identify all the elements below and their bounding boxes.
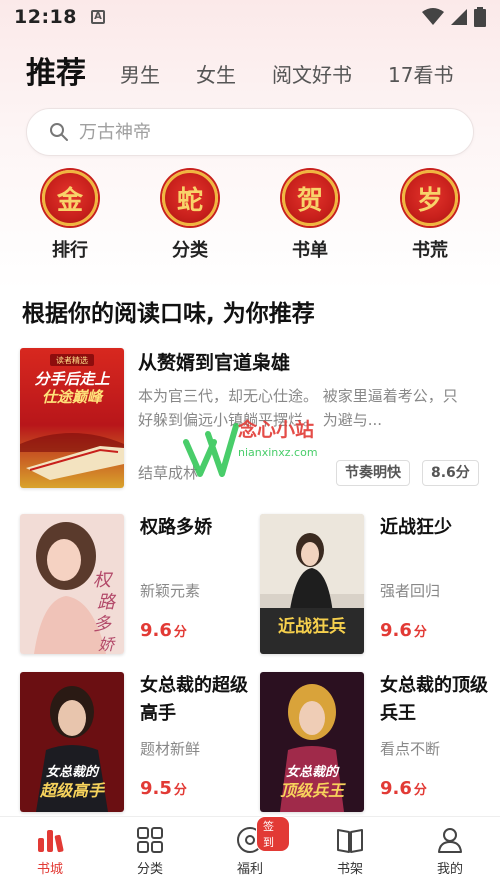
- quick-entries: 金 排行 蛇 分类 贺 书单 岁 书荒: [0, 170, 500, 270]
- svg-text:多: 多: [93, 614, 112, 635]
- checkin-badge[interactable]: 签到: [256, 816, 290, 852]
- svg-text:顶级兵王: 顶级兵王: [280, 781, 346, 800]
- notification-a-icon: A: [90, 10, 105, 24]
- book-cover[interactable]: 近战狂兵: [260, 514, 364, 654]
- nav-profile[interactable]: 我的: [410, 826, 490, 877]
- tab-male[interactable]: 男生: [120, 59, 160, 94]
- nav-label: 福利: [236, 862, 263, 877]
- book-tagline: 看点不断: [380, 740, 441, 758]
- book-title[interactable]: 权路多娇: [140, 514, 250, 542]
- category-medal-icon: 蛇: [162, 170, 218, 226]
- book-title[interactable]: 女总裁的顶级兵王: [380, 672, 490, 728]
- status-bar: 12:18 A: [0, 0, 500, 34]
- search-input[interactable]: [79, 121, 439, 143]
- book-card[interactable]: 女总裁的 超级高手 女总裁的超级高手 题材新鲜 9.5 分: [20, 672, 250, 812]
- quick-entry-label: 书荒: [412, 240, 448, 261]
- book-tag: 节奏明快: [336, 460, 410, 486]
- quick-entry-label: 书单: [292, 240, 328, 261]
- svg-text:权: 权: [93, 570, 114, 591]
- book-score: 9.5 分: [140, 778, 187, 799]
- tab-recommend[interactable]: 推荐: [26, 48, 86, 94]
- watermark-logo: 念心小站 nianxinxz.com: [178, 404, 328, 488]
- quick-entry-category[interactable]: 蛇 分类: [145, 170, 235, 270]
- bottom-nav: 书城 分类 签到 福利 书架 我的: [0, 816, 500, 886]
- nav-bookshelf[interactable]: 书架: [310, 826, 390, 877]
- nav-label: 书城: [36, 862, 63, 877]
- tab-17kanshu[interactable]: 17看书: [388, 59, 453, 94]
- book-card[interactable]: 权 路 多 娇 权路多娇 新颖元素 9.6 分: [20, 514, 250, 654]
- tab-yuewen[interactable]: 阅文好书: [272, 59, 352, 94]
- quick-entry-ranking[interactable]: 金 排行: [25, 170, 115, 270]
- nav-bookstore[interactable]: 书城: [10, 826, 90, 877]
- book-cover[interactable]: 读者精选 分手后走上 仕途巅峰: [20, 348, 124, 488]
- signal-icon: [451, 9, 467, 25]
- svg-text:女总裁的: 女总裁的: [286, 764, 340, 780]
- nav-label: 书架: [336, 862, 363, 877]
- book-title[interactable]: 从赘婿到官道枭雄: [138, 348, 290, 375]
- svg-text:nianxinxz.com: nianxinxz.com: [238, 446, 318, 459]
- book-cover[interactable]: 女总裁的 顶级兵王: [260, 672, 364, 812]
- book-tagline: 强者回归: [380, 582, 441, 600]
- battery-icon: [474, 7, 486, 27]
- book-score: 9.6 分: [380, 778, 427, 799]
- book-score-tag: 8.6分: [422, 460, 479, 486]
- section-title: 根据你的阅读口味, 为你推荐: [22, 301, 315, 327]
- svg-text:超级高手: 超级高手: [39, 781, 106, 800]
- book-tagline: 新颖元素: [140, 582, 201, 600]
- booklist-medal-icon: 贺: [282, 170, 338, 226]
- svg-text:仕途巅峰: 仕途巅峰: [42, 388, 104, 406]
- bookdrought-medal-icon: 岁: [402, 170, 458, 226]
- ranking-medal-icon: 金: [42, 170, 98, 226]
- book-score: 9.6 分: [140, 620, 187, 641]
- svg-text:念心小站: 念心小站: [237, 418, 314, 441]
- quick-entry-booklist[interactable]: 贺 书单: [265, 170, 355, 270]
- book-score: 9.6 分: [380, 620, 427, 641]
- bookstore-icon: [38, 830, 64, 853]
- book-card[interactable]: 女总裁的 顶级兵王 女总裁的顶级兵王 看点不断 9.6 分: [260, 672, 490, 812]
- quick-entry-bookdrought[interactable]: 岁 书荒: [385, 170, 475, 270]
- category-grid-icon: [137, 827, 163, 853]
- wifi-icon: [422, 8, 444, 25]
- tab-female[interactable]: 女生: [196, 59, 236, 94]
- book-cover[interactable]: 女总裁的 超级高手: [20, 672, 124, 812]
- svg-text:路: 路: [97, 592, 117, 613]
- search-icon: [50, 123, 68, 141]
- channel-tabs: 推荐 男生 女生 阅文好书 17看书: [0, 50, 500, 94]
- svg-text:分手后走上: 分手后走上: [34, 370, 110, 388]
- status-time: 12:18: [14, 6, 77, 28]
- bookshelf-icon: [337, 829, 363, 853]
- quick-entry-label: 排行: [52, 240, 88, 261]
- book-title[interactable]: 近战狂少: [380, 514, 490, 542]
- svg-text:女总裁的: 女总裁的: [46, 764, 100, 780]
- nav-label: 我的: [436, 862, 463, 877]
- book-cover[interactable]: 权 路 多 娇: [20, 514, 124, 654]
- book-card[interactable]: 近战狂兵 近战狂少 强者回归 9.6 分: [260, 514, 490, 654]
- quick-entry-label: 分类: [172, 240, 208, 261]
- nav-welfare[interactable]: 签到 福利: [210, 816, 290, 877]
- search-bar[interactable]: [26, 108, 474, 156]
- book-tagline: 题材新鲜: [140, 740, 201, 758]
- nav-category[interactable]: 分类: [110, 826, 190, 877]
- profile-icon: [438, 828, 462, 853]
- svg-text:读者精选: 读者精选: [56, 355, 88, 365]
- svg-text:近战狂兵: 近战狂兵: [278, 616, 346, 637]
- book-title[interactable]: 女总裁的超级高手: [140, 672, 250, 728]
- nav-label: 分类: [136, 862, 163, 877]
- svg-text:娇: 娇: [98, 635, 116, 654]
